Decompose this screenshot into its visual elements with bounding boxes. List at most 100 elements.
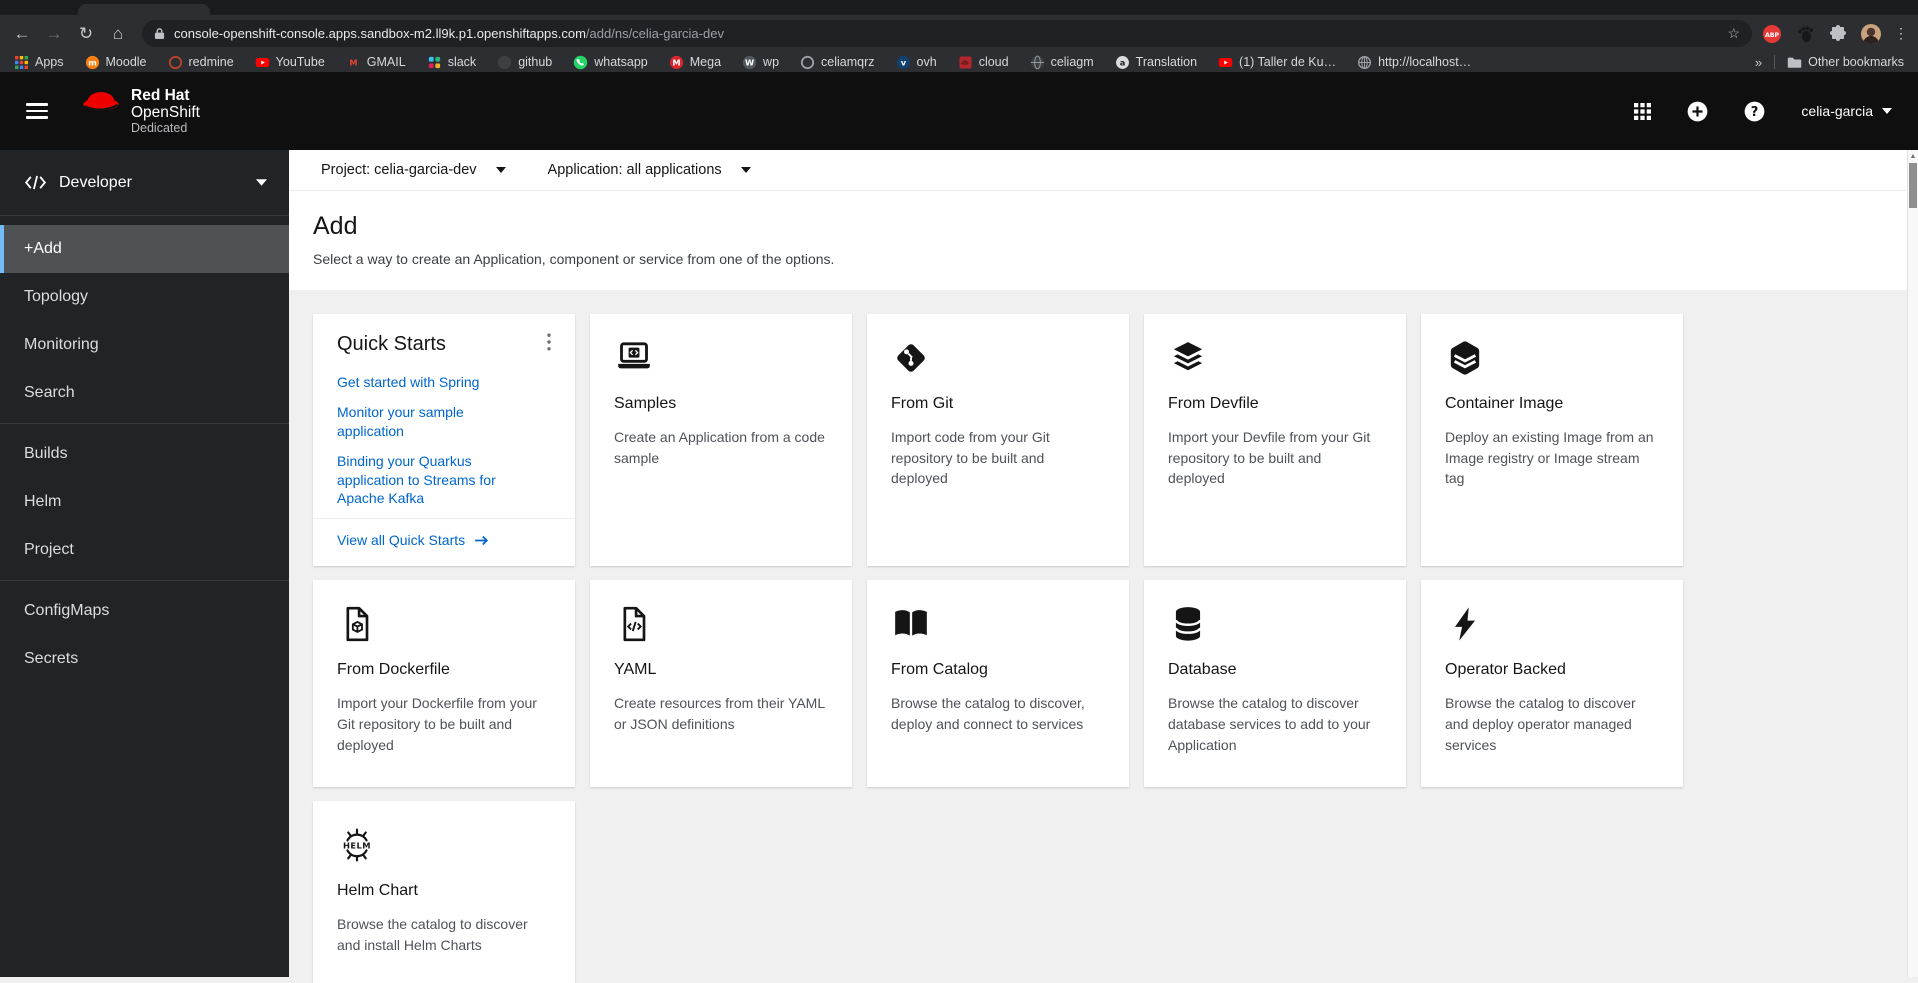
scrollbar-up-arrow[interactable]: ▲: [1908, 150, 1918, 162]
scrollbar-track[interactable]: ▲: [1907, 150, 1918, 977]
bookmark-youtube[interactable]: YouTube: [255, 55, 325, 70]
browser-menu-icon[interactable]: ⋮: [1894, 25, 1908, 42]
cube-layers-icon: [1445, 338, 1659, 378]
sidebar-item-topology[interactable]: Topology: [0, 273, 289, 321]
bookmark-label: Mega: [689, 55, 722, 69]
perspective-switcher[interactable]: Developer: [0, 150, 289, 216]
back-icon[interactable]: ←: [6, 15, 38, 52]
profile-avatar[interactable]: [1861, 23, 1881, 44]
scrollbar-thumb[interactable]: [1909, 163, 1917, 208]
youtube-favicon: [1218, 55, 1233, 70]
hamburger-menu-icon[interactable]: [26, 99, 48, 124]
sidebar-item-helm[interactable]: Helm: [0, 478, 289, 526]
card-from-dockerfile[interactable]: From Dockerfile Import your Dockerfile fr…: [313, 580, 575, 788]
bookmark-celiamqrz[interactable]: celiamqrz: [800, 55, 875, 70]
sidebar-item-search[interactable]: Search: [0, 369, 289, 417]
sidebar-item-secrets[interactable]: Secrets: [0, 635, 289, 683]
page-header: Add Select a way to create an Applicatio…: [289, 191, 1918, 290]
card-yaml[interactable]: YAML Create resources from their YAML or …: [590, 580, 852, 788]
svg-text:M: M: [672, 57, 680, 67]
address-bar[interactable]: console-openshift-console.apps.sandbox-m…: [142, 20, 1752, 47]
card-operator-backed[interactable]: Operator Backed Browse the catalog to dis…: [1421, 580, 1683, 788]
bookmark-label: Translation: [1135, 55, 1198, 69]
app-launcher-grid-icon[interactable]: [1634, 102, 1652, 120]
bookmark-redmine[interactable]: redmine: [168, 55, 234, 70]
card-from-git[interactable]: From Git Import code from your Git reposi…: [867, 314, 1129, 567]
bookmark-slack[interactable]: slack: [427, 55, 476, 70]
card-title: Helm Chart: [337, 882, 418, 900]
bookmark-http-localhost[interactable]: http://localhost…: [1357, 55, 1471, 70]
code-icon: [24, 175, 47, 190]
bookmark-label: YouTube: [275, 55, 325, 69]
bookmark-moodle[interactable]: m Moodle: [85, 55, 147, 70]
project-dropdown-label: Project: celia-garcia-dev: [321, 162, 477, 178]
card-description: Browse the catalog to discover and insta…: [337, 916, 528, 954]
card-description: Browse the catalog to discover, deploy a…: [891, 695, 1085, 733]
bookmark-1-taller-de-ku[interactable]: (1) Taller de Ku…: [1218, 55, 1336, 70]
other-bookmarks-button[interactable]: Other bookmarks: [1787, 55, 1904, 70]
bookmark-whatsapp[interactable]: whatsapp: [573, 55, 648, 70]
bookmark-star-icon[interactable]: ☆: [1727, 25, 1740, 42]
brand-line-3: Dedicated: [131, 121, 188, 136]
github-favicon: [497, 55, 512, 70]
sidebar-item-configmaps[interactable]: ConfigMaps: [0, 587, 289, 635]
sidebar-item-add[interactable]: +Add: [0, 225, 289, 273]
svg-text:m: m: [88, 57, 97, 67]
add-circle-icon[interactable]: [1687, 101, 1708, 122]
bookmark-label: celiamqrz: [821, 55, 875, 69]
bookmark-github[interactable]: github: [497, 55, 552, 70]
sidebar-item-monitoring[interactable]: Monitoring: [0, 321, 289, 369]
bookmark-gmail[interactable]: M GMAIL: [346, 55, 406, 70]
quick-starts-card[interactable]: Quick Starts Get started with Spring Moni…: [313, 314, 575, 567]
card-title: Samples: [614, 395, 677, 412]
card-from-devfile[interactable]: From Devfile Import your Devfile from you…: [1144, 314, 1406, 567]
project-dropdown[interactable]: Project: celia-garcia-dev: [321, 162, 506, 178]
forward-icon[interactable]: →: [38, 15, 70, 52]
redhat-openshift-logo: Red Hat OpenShift Dedicated: [80, 87, 200, 136]
home-icon[interactable]: ⌂: [102, 15, 134, 52]
nav-divider: [0, 580, 289, 581]
bolt-icon: [1445, 604, 1659, 644]
svg-text:HELM: HELM: [343, 841, 371, 851]
bookmark-translation[interactable]: a Translation: [1115, 55, 1197, 70]
bookmark-label: Moodle: [105, 55, 147, 69]
application-dropdown[interactable]: Application: all applications: [548, 162, 751, 178]
bookmarks-overflow-chevron[interactable]: »: [1755, 55, 1762, 70]
gnome-extension-icon[interactable]: [1795, 24, 1815, 44]
perspective-label: Developer: [59, 173, 132, 191]
svg-text:ABP: ABP: [1765, 31, 1780, 38]
card-container-image[interactable]: Container Image Deploy an existing Image …: [1421, 314, 1683, 567]
adblock-extension-icon[interactable]: ABP: [1762, 24, 1782, 44]
sidebar-item-project[interactable]: Project: [0, 526, 289, 574]
sidebar-item-builds[interactable]: Builds: [0, 430, 289, 478]
quick-start-link-binding-your-quarkus-application-to-streams-for-apache-kafka[interactable]: Binding your Quarkus application to Stre…: [337, 452, 534, 509]
card-samples[interactable]: Samples Create an Application from a code…: [590, 314, 852, 567]
bookmark-ovh[interactable]: v ovh: [896, 55, 937, 70]
git-icon: [891, 338, 1105, 378]
bookmark-label: github: [518, 55, 553, 69]
bookmark-label: (1) Taller de Ku…: [1239, 55, 1337, 69]
card-from-catalog[interactable]: From Catalog Browse the catalog to discov…: [867, 580, 1129, 788]
bookmark-celiagm[interactable]: celiagm: [1030, 55, 1094, 70]
bookmark-cloud[interactable]: cloud: [958, 55, 1009, 70]
help-icon[interactable]: ?: [1744, 101, 1765, 122]
view-all-quick-starts-link[interactable]: View all Quick Starts: [337, 532, 489, 548]
quick-start-link-monitor-your-sample-application[interactable]: Monitor your sample application: [337, 403, 534, 441]
quick-starts-title: Quick Starts: [337, 333, 446, 355]
caret-down-icon: [256, 179, 267, 186]
bookmark-apps[interactable]: Apps: [14, 55, 64, 70]
bookmark-mega[interactable]: M Mega: [669, 55, 721, 70]
card-database[interactable]: Database Browse the catalog to discover d…: [1144, 580, 1406, 788]
browser-active-tab[interactable]: [78, 4, 210, 15]
globe-dark-favicon: [1030, 55, 1045, 70]
bookmark-wp[interactable]: Wwp: [742, 55, 779, 70]
card-description: Deploy an existing Image from an Image r…: [1445, 429, 1654, 487]
extensions-puzzle-icon[interactable]: [1828, 24, 1848, 44]
main-content: Project: celia-garcia-dev Application: a…: [289, 150, 1918, 983]
quick-start-link-get-started-with-spring[interactable]: Get started with Spring: [337, 373, 534, 392]
reload-icon[interactable]: ↻: [70, 15, 102, 52]
card-helm-chart[interactable]: HELM Helm Chart Browse the catalog to disc…: [313, 801, 575, 983]
slack-favicon: [427, 55, 442, 70]
kebab-menu-icon[interactable]: [547, 333, 551, 351]
user-menu[interactable]: celia-garcia: [1801, 103, 1892, 119]
